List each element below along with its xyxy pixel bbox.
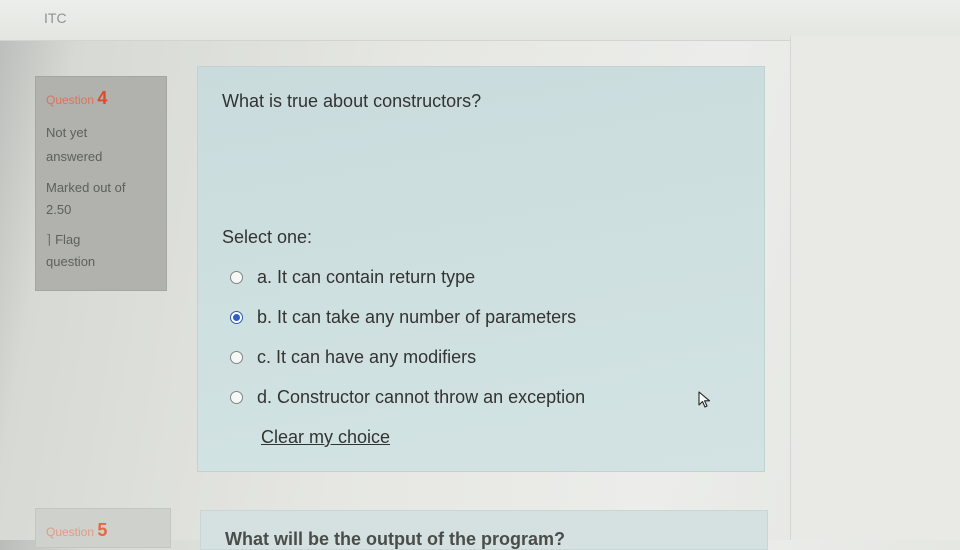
state-line-2: answered [46,149,103,164]
answer-option-b[interactable]: b. It can take any number of parameters [230,297,585,337]
question-text: What is true about constructors? [222,91,482,111]
question-label: Question [46,93,95,107]
radio-d[interactable] [230,390,243,404]
answer-list: a. It can contain return type b. It can … [230,257,585,417]
question-label-5: Question [46,525,95,539]
answer-label-c: c. It can have any modifiers [257,346,477,367]
question-content-5: What will be the output of the program? [200,510,768,550]
marks-line-1: Marked out of [46,180,126,195]
question-state: Not yet answered [46,121,156,169]
question-content: What is true about constructors? Select … [197,66,765,472]
question-info-5: Question 5 [35,508,171,548]
state-line-1: Not yet [46,125,88,140]
flag-line-2: question [46,254,96,269]
answer-option-d[interactable]: d. Constructor cannot throw an exception [230,377,585,417]
radio-c[interactable] [230,350,243,364]
radio-b[interactable] [230,310,243,324]
answer-label-b: b. It can take any number of parameters [257,306,577,327]
answer-option-a[interactable]: a. It can contain return type [230,257,585,297]
question-marks: Marked out of 2.50 [46,177,156,221]
answer-option-c[interactable]: c. It can have any modifiers [230,337,585,377]
question-number-5: Question 5 [46,521,160,541]
marks-line-2: 2.50 [46,202,72,217]
top-bar: ITC [0,0,960,41]
mouse-cursor-icon [698,391,711,408]
clear-choice-link[interactable]: Clear my choice [261,427,390,448]
site-title[interactable]: ITC [44,10,67,26]
right-panel [790,36,960,540]
answer-label-d: d. Constructor cannot throw an exception [257,386,586,407]
flag-question-link[interactable]: ⌉ Flag question [46,229,156,273]
question-number-value: 4 [97,88,108,108]
question-number-value-5: 5 [97,520,108,540]
question-number: Question 4 [46,89,156,109]
answer-label-a: a. It can contain return type [257,266,476,287]
flag-icon: ⌉ [46,232,52,247]
select-prompt: Select one: [222,227,313,247]
radio-a[interactable] [230,270,243,284]
flag-line-1: Flag [55,232,81,247]
question-info: Question 4 Not yet answered Marked out o… [35,76,167,291]
